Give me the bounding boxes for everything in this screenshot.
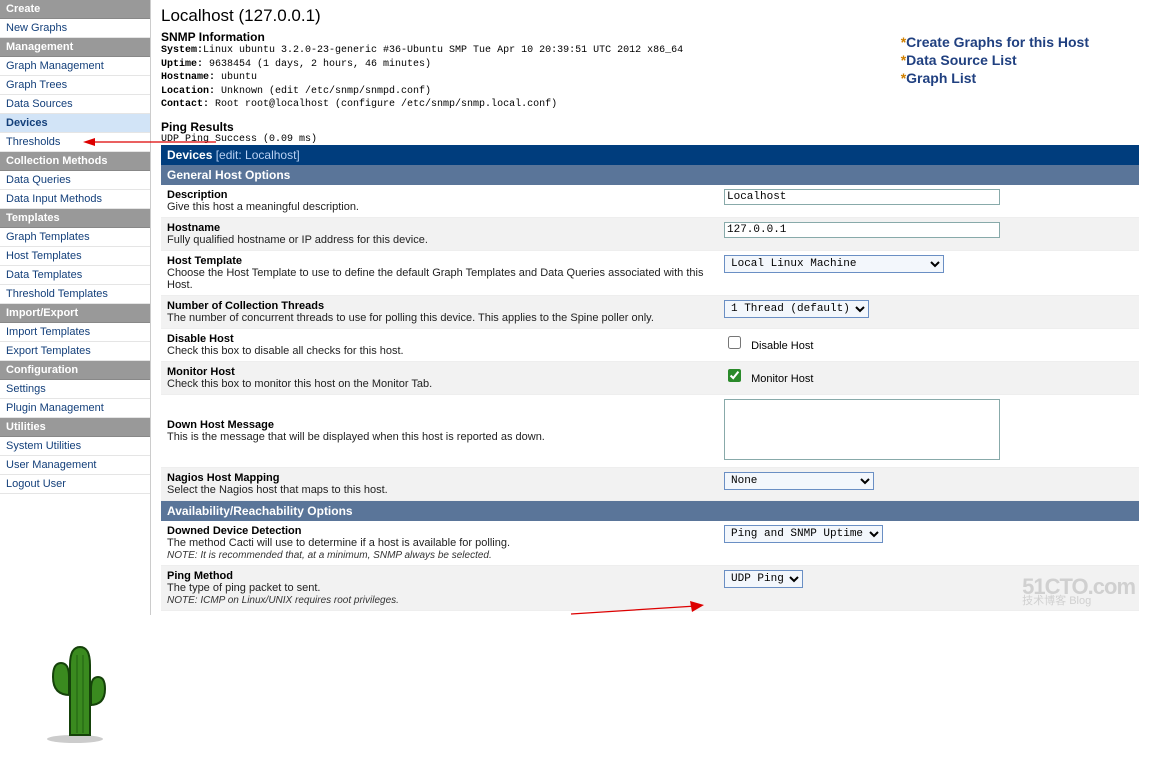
sidebar-item-host-templates[interactable]: Host Templates: [0, 247, 150, 266]
select-nagios-mapping[interactable]: None: [724, 472, 874, 490]
checkbox-monitor-host[interactable]: [728, 369, 741, 382]
link-create-graphs[interactable]: Create Graphs for this Host: [906, 34, 1089, 50]
link-graph-list[interactable]: Graph List: [906, 70, 976, 86]
select-host-template[interactable]: Local Linux Machine: [724, 255, 944, 273]
ping-result: UDP Ping Success (0.09 ms): [161, 134, 1139, 145]
label-detection: Downed Device Detection: [167, 525, 301, 537]
label-nagios: Nagios Host Mapping: [167, 472, 279, 484]
link-data-source-list[interactable]: Data Source List: [906, 52, 1016, 68]
cactus-logo: [0, 615, 150, 768]
sidebar-header: Templates: [0, 209, 150, 228]
sidebar-item-system-utilities[interactable]: System Utilities: [0, 437, 150, 456]
label-ping-method: Ping Method: [167, 570, 233, 582]
label-downmsg: Down Host Message: [167, 419, 274, 431]
sidebar-item-devices[interactable]: Devices: [0, 114, 150, 133]
sidebar-item-settings[interactable]: Settings: [0, 380, 150, 399]
label-threads: Number of Collection Threads: [167, 300, 324, 312]
select-ping-method[interactable]: UDP Ping: [724, 570, 803, 588]
sidebar-item-graph-trees[interactable]: Graph Trees: [0, 76, 150, 95]
sidebar-item-data-input-methods[interactable]: Data Input Methods: [0, 190, 150, 209]
availability-bar: Availability/Reachability Options: [161, 501, 1139, 521]
host-action-links: *Create Graphs for this Host *Data Sourc…: [901, 34, 1089, 88]
input-hostname[interactable]: [724, 222, 1000, 238]
sidebar-item-data-templates[interactable]: Data Templates: [0, 266, 150, 285]
sidebar-header: Configuration: [0, 361, 150, 380]
textarea-down-message[interactable]: [724, 399, 1000, 460]
sidebar-header: Collection Methods: [0, 152, 150, 171]
watermark: 51CTO.com 技术博客 Blog: [1022, 577, 1135, 607]
select-threads[interactable]: 1 Thread (default): [724, 300, 869, 318]
sidebar-header: Create: [0, 0, 150, 19]
sidebar-item-graph-templates[interactable]: Graph Templates: [0, 228, 150, 247]
devices-section-bar: Devices [edit: Localhost]: [161, 145, 1139, 165]
label-disable: Disable Host: [167, 333, 234, 345]
sidebar-item-thresholds[interactable]: Thresholds: [0, 133, 150, 152]
sidebar-item-new-graphs[interactable]: New Graphs: [0, 19, 150, 38]
label-template: Host Template: [167, 255, 242, 267]
sidebar-item-threshold-templates[interactable]: Threshold Templates: [0, 285, 150, 304]
sidebar-item-data-sources[interactable]: Data Sources: [0, 95, 150, 114]
general-options-bar: General Host Options: [161, 165, 1139, 185]
sidebar-item-plugin-management[interactable]: Plugin Management: [0, 399, 150, 418]
label-description: Description: [167, 189, 228, 201]
sidebar-item-user-management[interactable]: User Management: [0, 456, 150, 475]
sidebar-header: Utilities: [0, 418, 150, 437]
input-description[interactable]: [724, 189, 1000, 205]
sidebar-item-logout-user[interactable]: Logout User: [0, 475, 150, 494]
label-hostname: Hostname: [167, 222, 220, 234]
select-detection[interactable]: Ping and SNMP Uptime: [724, 525, 883, 543]
host-title: Localhost (127.0.0.1): [161, 6, 1139, 26]
ping-heading: Ping Results: [161, 120, 1139, 134]
sidebar-header: Import/Export: [0, 304, 150, 323]
sidebar-item-import-templates[interactable]: Import Templates: [0, 323, 150, 342]
sidebar-item-data-queries[interactable]: Data Queries: [0, 171, 150, 190]
sidebar-item-graph-management[interactable]: Graph Management: [0, 57, 150, 76]
sidebar-item-export-templates[interactable]: Export Templates: [0, 342, 150, 361]
sidebar-header: Management: [0, 38, 150, 57]
checkbox-disable-host[interactable]: [728, 336, 741, 349]
label-monitor: Monitor Host: [167, 366, 235, 378]
